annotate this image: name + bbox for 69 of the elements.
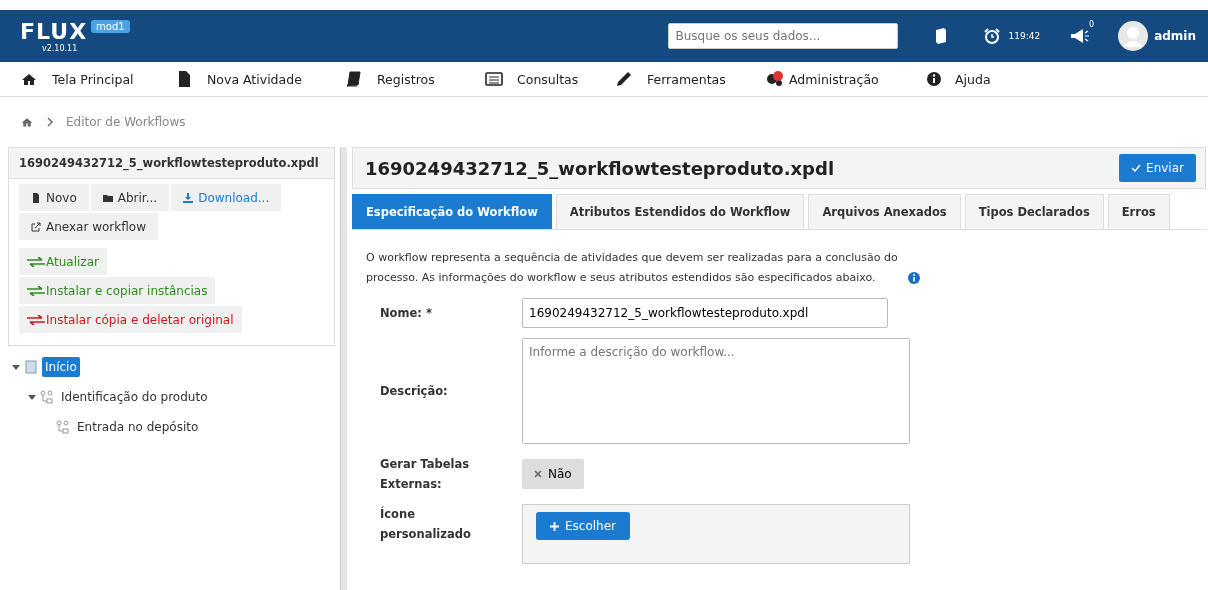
- toolbar-button[interactable]: Anexar workflow: [19, 213, 158, 240]
- tree-node[interactable]: Entrada no depósito: [74, 417, 202, 437]
- submit-button[interactable]: Enviar: [1119, 154, 1196, 182]
- chevron-icon: [46, 117, 54, 127]
- nav-menu-item[interactable]: Ajuda: [925, 71, 991, 87]
- book-icon: [345, 71, 363, 87]
- nav-menu-item[interactable]: Consultas: [485, 71, 615, 87]
- folder-icon: [102, 193, 113, 203]
- tab[interactable]: Tipos Declarados: [964, 194, 1104, 229]
- splitter-handle[interactable]: [340, 147, 347, 590]
- tab[interactable]: Atributos Estendidos do Workflow: [555, 194, 805, 229]
- home-icon: [20, 71, 38, 87]
- field-label: Nome: *: [379, 305, 433, 322]
- home-icon[interactable]: [20, 116, 34, 128]
- intro-text: O workflow representa a sequência de atividades que devem ser realizadas para a conclusão do processo. As informações do workflow e seus atributos estendidos são especificados abaixo.: [366, 250, 899, 286]
- user-name[interactable]: admin: [1154, 29, 1196, 43]
- toolbar-button[interactable]: Abrir...: [90, 184, 170, 211]
- version-text: v2.10.11: [42, 43, 79, 53]
- choose-button[interactable]: Escolher: [536, 512, 631, 540]
- field-label: Ícone personalizado: [379, 505, 472, 543]
- module-badge: mod1: [91, 19, 130, 33]
- swap-arrows-icon: [27, 315, 45, 325]
- nav-menu-item[interactable]: Tela Principal: [20, 71, 175, 87]
- action-button[interactable]: Instalar e copiar instâncias: [19, 277, 216, 304]
- swap-arrows-icon: [27, 286, 45, 296]
- action-button[interactable]: Atualizar: [19, 248, 107, 275]
- list-icon: [485, 71, 503, 87]
- panel-title: 1690249432712_5_workflowtesteproduto.xpdl: [9, 148, 334, 179]
- pencil-icon: [615, 71, 633, 87]
- name-input[interactable]: 1690249432712_5_workflowtesteproduto.xpdl: [522, 298, 888, 328]
- search-field[interactable]: Busque os seus dados...: [668, 23, 899, 49]
- notification-count: 0: [1089, 20, 1095, 29]
- file-icon: [31, 193, 41, 203]
- tab[interactable]: Erros: [1107, 194, 1170, 229]
- tab[interactable]: Especificação do Workflow: [352, 194, 552, 229]
- document-icon: [24, 360, 38, 374]
- toolbar-button[interactable]: Download...: [171, 184, 282, 211]
- external-icon: [31, 222, 41, 232]
- tree-node[interactable]: Identificação do produto: [58, 387, 211, 407]
- download-icon: [183, 193, 194, 203]
- flow-nodes-icon: [56, 420, 70, 434]
- field-label: Descrição:: [379, 383, 449, 400]
- logo[interactable]: FLUX: [20, 19, 88, 44]
- nav-menu-item[interactable]: Ferramentas: [615, 71, 765, 87]
- toggle-button[interactable]: Não: [522, 459, 584, 489]
- checkmark-icon: [1131, 164, 1142, 172]
- caret-icon[interactable]: [28, 393, 36, 401]
- plus-icon: [550, 521, 559, 531]
- nav-menu-item[interactable]: Administração: [765, 71, 925, 87]
- tree-node[interactable]: Início: [42, 357, 80, 377]
- breadcrumb-item[interactable]: Editor de Workflows: [66, 115, 186, 129]
- alarm-clock-icon[interactable]: [984, 28, 1001, 44]
- tab[interactable]: Arquivos Anexados: [808, 194, 961, 229]
- avatar-icon[interactable]: [1118, 21, 1149, 51]
- session-timer: 119:42: [1008, 31, 1041, 41]
- toolbar-button[interactable]: Novo: [19, 184, 89, 211]
- info-icon: [925, 71, 943, 87]
- nav-menu-item[interactable]: Nova Atividade: [175, 71, 345, 87]
- description-textarea[interactable]: Informe a descrição do workflow...: [522, 338, 910, 444]
- action-button[interactable]: Instalar cópia e deletar original: [19, 306, 242, 333]
- megaphone-icon[interactable]: [1070, 28, 1091, 44]
- info-icon[interactable]: [908, 272, 920, 284]
- flow-nodes-icon: [40, 390, 54, 404]
- caret-icon[interactable]: [12, 363, 20, 371]
- cross-icon: [534, 470, 542, 478]
- field-label: Gerar Tabelas Externas:: [379, 456, 471, 493]
- nav-menu-item[interactable]: Registros: [345, 71, 485, 87]
- workflow-title: 1690249432712_5_workflowtesteproduto.xpdl: [365, 157, 835, 179]
- swap-arrows-icon: [27, 257, 45, 267]
